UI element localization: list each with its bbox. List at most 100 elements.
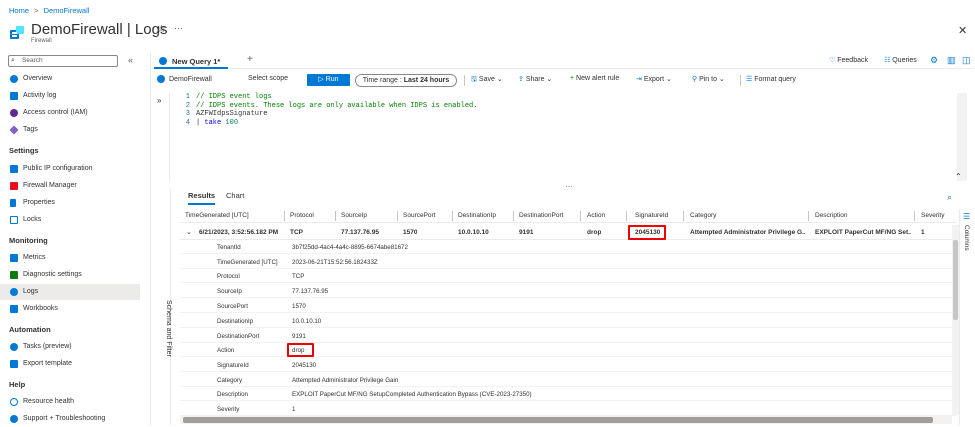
- more-options-icon[interactable]: ···: [174, 23, 183, 33]
- detail-key: SignatureId: [217, 362, 249, 369]
- close-icon[interactable]: ✕: [958, 24, 967, 37]
- gear-icon[interactable]: ⚙: [930, 55, 938, 66]
- new-alert-rule-button[interactable]: + New alert rule: [570, 75, 619, 82]
- sidebar-item-firewall-manager[interactable]: Firewall Manager: [0, 178, 140, 194]
- tab-results[interactable]: Results: [188, 191, 216, 205]
- column-separator[interactable]: [397, 211, 398, 221]
- detail-value: 1570: [292, 303, 306, 310]
- editor-line: 3 AZFWIdpsSignature: [180, 110, 477, 119]
- export-label: Export ⌄: [643, 76, 672, 83]
- breadcrumb-home[interactable]: Home: [9, 6, 29, 15]
- column-separator[interactable]: [513, 211, 514, 221]
- expand-panel-icon[interactable]: »: [157, 96, 161, 105]
- sidebar-item-locks[interactable]: Locks: [0, 212, 140, 228]
- tab-chart[interactable]: Chart: [226, 191, 244, 200]
- column-header[interactable]: DestinationIp: [458, 212, 496, 219]
- firewall-scope-icon: [157, 75, 165, 83]
- export-button[interactable]: ⇥ Export ⌄: [636, 75, 672, 83]
- book-icon[interactable]: ▥: [947, 55, 956, 66]
- queries-button[interactable]: ☷ Queries: [884, 56, 917, 64]
- column-separator[interactable]: [335, 211, 336, 221]
- public-ip-icon: [10, 165, 18, 173]
- properties-icon: [10, 199, 16, 207]
- column-separator[interactable]: [626, 211, 627, 221]
- sidebar-item-label: Diagnostic settings: [23, 271, 82, 278]
- column-header[interactable]: Action: [587, 212, 605, 219]
- queries-icon: ☷: [884, 57, 893, 64]
- code-number: 100: [221, 118, 239, 127]
- code-text: // IDPS event logs: [196, 93, 272, 101]
- query-tab-bar: New Query 1* + ♡ Feedback ☷ Queries ⚙ ▥ …: [152, 52, 975, 69]
- heart-icon: ♡: [829, 57, 838, 64]
- column-separator[interactable]: [683, 211, 684, 221]
- detail-value: TCP: [292, 273, 305, 280]
- collapse-editor-icon[interactable]: ⌃: [955, 172, 962, 181]
- column-separator[interactable]: [580, 211, 581, 221]
- query-editor[interactable]: 1 // IDPS event logs 2 // IDPS events. The…: [180, 93, 478, 127]
- tab-new-query[interactable]: New Query 1*: [154, 54, 229, 69]
- sidebar-item-label: Tags: [23, 126, 38, 133]
- time-range-value: Last 24 hours: [403, 77, 450, 84]
- column-separator[interactable]: [284, 211, 285, 221]
- table-row[interactable]: ⌄ 6/21/2023, 3:52:56.182 PM TCP 77.137.7…: [180, 225, 957, 240]
- metrics-icon: [10, 254, 18, 262]
- vertical-scroll-thumb[interactable]: [953, 240, 958, 320]
- splitter-handle[interactable]: ···: [565, 182, 573, 191]
- sidebar-item-properties[interactable]: Properties: [0, 195, 140, 211]
- breadcrumb-resource[interactable]: DemoFirewall: [44, 6, 90, 15]
- star-icon[interactable]: ☆: [157, 24, 166, 35]
- column-header[interactable]: SourcePort: [403, 212, 436, 219]
- sidebar-item-export-template[interactable]: Export template: [0, 356, 140, 372]
- sidebar-item-tags[interactable]: Tags: [0, 122, 140, 138]
- column-header[interactable]: SignatureId: [635, 212, 668, 219]
- sidebar-item-resource-health[interactable]: Resource health: [0, 394, 140, 410]
- save-button[interactable]: 🖫 Save ⌄: [471, 75, 503, 86]
- sidebar-item-overview[interactable]: Overview: [0, 71, 140, 87]
- collapse-sidebar-icon[interactable]: «: [128, 55, 133, 65]
- scope-name: DemoFirewall: [169, 75, 212, 83]
- share-button[interactable]: ⇪ Share ⌄: [518, 75, 552, 83]
- detail-value: 2045130: [292, 362, 317, 369]
- columns-icon[interactable]: ☰: [963, 212, 970, 221]
- column-header[interactable]: Severity: [921, 212, 944, 219]
- layout-icon[interactable]: ◫: [962, 55, 971, 66]
- format-query-button[interactable]: ☰ Format query: [746, 75, 796, 83]
- column-header[interactable]: Description: [815, 212, 848, 219]
- horizontal-scroll-thumb[interactable]: [183, 417, 933, 423]
- firewall-tab-icon: [159, 57, 167, 65]
- run-button[interactable]: ▷ Run: [307, 74, 350, 86]
- sidebar-item-public-ip[interactable]: Public IP configuration: [0, 161, 140, 177]
- sidebar-item-workbooks[interactable]: Workbooks: [0, 301, 140, 317]
- sidebar-item-tasks[interactable]: Tasks (preview): [0, 339, 140, 355]
- sidebar-item-metrics[interactable]: Metrics: [0, 250, 140, 266]
- sidebar-item-access-control[interactable]: Access control (IAM): [0, 105, 140, 121]
- sidebar-item-diagnostic-settings[interactable]: Diagnostic settings: [0, 267, 140, 283]
- column-separator[interactable]: [914, 211, 915, 221]
- sidebar-divider: [150, 52, 151, 425]
- detail-value: 10.0.10.10: [292, 318, 322, 325]
- column-header[interactable]: TimeGenerated [UTC]: [185, 212, 249, 219]
- feedback-button[interactable]: ♡ Feedback: [829, 56, 868, 64]
- column-separator[interactable]: [452, 211, 453, 221]
- column-header[interactable]: DestinationPort: [519, 212, 563, 219]
- sidebar-item-activity-log[interactable]: Activity log: [0, 88, 140, 104]
- column-header[interactable]: SourceIp: [341, 212, 367, 219]
- detail-key: Severity: [217, 406, 240, 413]
- search-icon[interactable]: ⌕: [947, 192, 952, 203]
- detail-value: 77.137.76.95: [292, 288, 329, 295]
- select-scope-link[interactable]: Select scope: [248, 75, 288, 82]
- sidebar-item-logs[interactable]: Logs: [0, 284, 140, 300]
- column-header[interactable]: Category: [690, 212, 716, 219]
- editor-scrollbar[interactable]: [957, 93, 967, 181]
- sidebar-item-label: Overview: [23, 75, 53, 82]
- section-settings: Settings: [9, 146, 39, 155]
- column-header[interactable]: Protocol: [290, 212, 314, 219]
- chevron-down-icon[interactable]: ⌄: [186, 228, 192, 236]
- pin-to-button[interactable]: ⚲ Pin to ⌄: [692, 75, 725, 83]
- time-range-picker[interactable]: Time range : Last 24 hours: [355, 74, 457, 87]
- add-tab-button[interactable]: +: [247, 54, 253, 65]
- editor-line: 1 // IDPS event logs: [180, 93, 477, 102]
- page-title: DemoFirewall | Logs: [31, 21, 168, 38]
- column-separator[interactable]: [808, 211, 809, 221]
- sidebar-search-input[interactable]: Search: [8, 55, 118, 67]
